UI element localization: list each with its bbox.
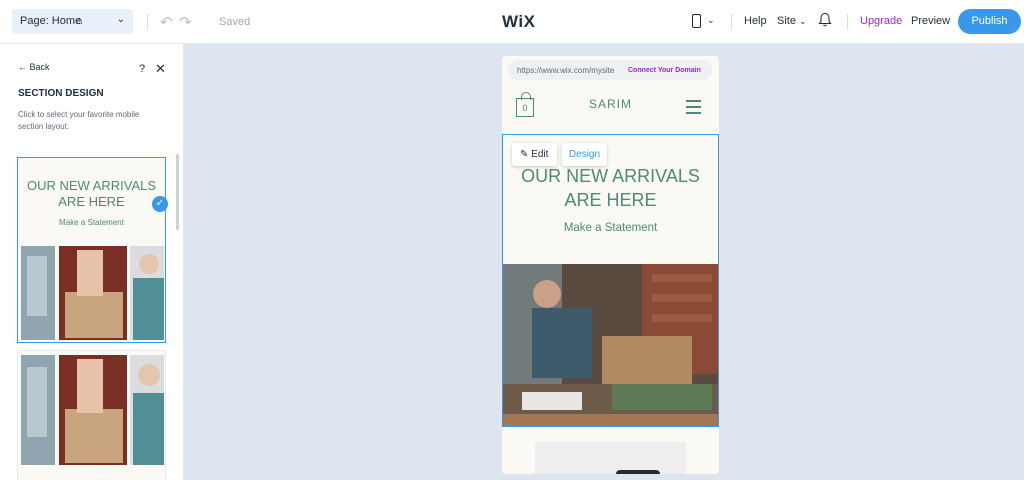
next-section-block[interactable] [535, 442, 686, 474]
preview-button[interactable]: Preview [911, 15, 950, 27]
panel-description: Click to select your favorite mobile sec… [18, 110, 140, 131]
edit-label: Edit [531, 149, 549, 160]
mobile-preview: https://www.wix.com/mysite Connect Your … [502, 56, 719, 474]
page-selector[interactable]: Page: Home ⌂ ⌄ [12, 9, 133, 34]
hero-image[interactable] [502, 264, 719, 426]
next-section-image [616, 470, 660, 474]
menu-icon[interactable] [686, 100, 701, 114]
editor-top-bar: Page: Home ⌂ ⌄ ↶ ↷ Saved WiX ⌄ Help Site… [0, 0, 1024, 44]
option-heading: OUR NEW ARRIVALS ARE HERE [26, 178, 157, 209]
site-menu[interactable]: Site ⌄ [777, 15, 807, 27]
panel-title: SECTION DESIGN [18, 88, 104, 99]
notifications-bell-icon[interactable] [818, 12, 832, 27]
back-button[interactable]: ← Back [18, 62, 50, 72]
design-button[interactable]: Design [562, 143, 607, 166]
close-icon[interactable]: ✕ [155, 61, 166, 77]
connect-domain-link[interactable]: Connect Your Domain [628, 67, 701, 74]
publish-button[interactable]: Publish [958, 9, 1021, 34]
chevron-down-icon[interactable]: ⌄ [707, 15, 715, 26]
chevron-down-icon: ⌄ [799, 16, 807, 26]
url-bar: https://www.wix.com/mysite Connect Your … [508, 60, 712, 80]
option-image-strip [21, 246, 164, 340]
selected-check-icon: ✓ [152, 196, 168, 212]
divider [147, 14, 148, 30]
save-status: Saved [219, 16, 251, 28]
option-image-strip [21, 355, 164, 465]
chevron-down-icon: ⌄ [116, 14, 125, 25]
panel-scrollbar[interactable] [176, 154, 179, 230]
help-icon[interactable]: ? [139, 63, 145, 75]
hero-heading[interactable]: OUR NEW ARRIVALS ARE HERE [502, 164, 719, 212]
back-label: Back [29, 62, 50, 72]
edit-button[interactable]: ✎ Edit [512, 143, 557, 166]
mobile-device-icon[interactable] [692, 14, 701, 28]
home-icon: ⌂ [76, 15, 83, 27]
site-url: https://www.wix.com/mysite [517, 66, 615, 75]
pencil-icon: ✎ [520, 149, 529, 160]
section-layout-option-2[interactable] [17, 350, 166, 480]
page-selector-label: Page: Home [20, 15, 82, 27]
wix-logo: WiX [502, 12, 536, 31]
section-layout-option-1[interactable]: OUR NEW ARRIVALS ARE HERE Make a Stateme… [17, 157, 166, 343]
help-menu[interactable]: Help [744, 15, 767, 27]
arrow-left-icon: ← [18, 62, 27, 72]
undo-icon[interactable]: ↶ [160, 13, 173, 31]
upgrade-link[interactable]: Upgrade [860, 15, 902, 27]
hero-subheading[interactable]: Make a Statement [502, 222, 719, 234]
divider [731, 14, 732, 30]
redo-icon[interactable]: ↷ [179, 13, 192, 31]
divider [847, 14, 848, 30]
option-subheading: Make a Statement [59, 218, 124, 227]
site-menu-label: Site [777, 15, 796, 27]
section-design-panel: ← Back ? ✕ SECTION DESIGN Click to selec… [0, 44, 184, 480]
